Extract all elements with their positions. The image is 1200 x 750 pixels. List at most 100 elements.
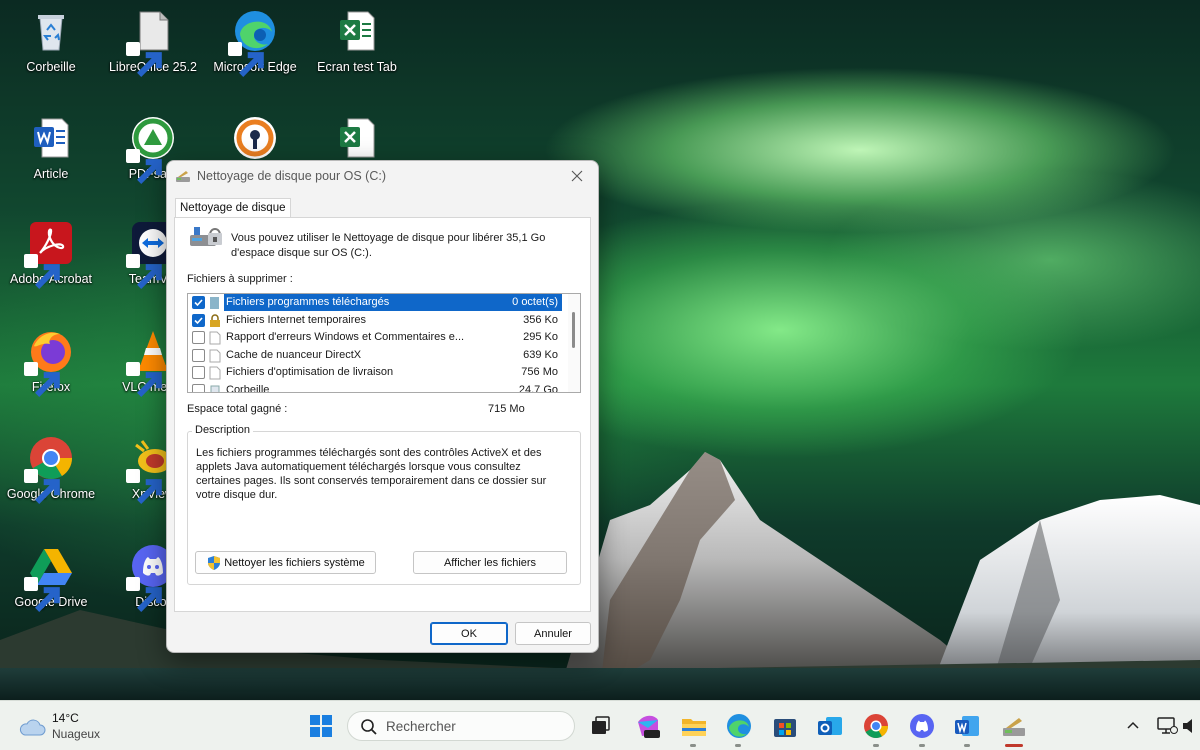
checkbox[interactable] [192,313,205,327]
weather-temperature: 14°C [52,711,79,725]
desktop-icon-label: Corbeille [26,60,76,74]
libreoffice-icon [126,8,176,77]
scroll-thumb[interactable] [572,312,575,348]
dialog-titlebar[interactable]: Nettoyage de disque pour OS (C:) [167,161,598,191]
pdfsam-icon [126,115,176,184]
firefox-icon [24,328,74,397]
desktop-icon-word-file[interactable]: Article [1,115,101,181]
openvpn-icon [232,115,278,161]
chrome-icon [24,435,74,504]
files-list[interactable]: Fichiers programmes téléchargés 0 octet(… [187,293,581,393]
word-icon [955,716,979,736]
speaker-icon[interactable] [1182,716,1194,736]
tab-disk-cleanup[interactable]: Nettoyage de disque [175,198,291,218]
dialog-title: Nettoyage de disque pour OS (C:) [197,169,386,183]
taskbar-chrome[interactable] [862,712,890,740]
list-item[interactable]: Fichiers Internet temporaires 356 Ko [188,312,568,330]
shortcut-arrow-icon [126,362,162,397]
file-name: Fichiers d'optimisation de livraison [226,366,394,378]
close-button[interactable] [562,165,592,187]
description-group: Description Les fichiers programmes télé… [187,424,581,585]
cancel-button[interactable]: Annuler [515,622,591,645]
desktop-icon-edge[interactable]: Microsoft Edge [205,8,305,77]
desktop-icon-acrobat[interactable]: Adobe Acrobat [1,220,101,289]
folder-download-icon [210,297,219,309]
document-icon [209,349,221,362]
excel-file-icon [334,115,380,161]
file-size: 0 octet(s) [512,296,558,308]
taskbar-edge[interactable] [725,712,753,740]
taskbar-search[interactable]: Rechercher [347,711,575,741]
ok-button[interactable]: OK [430,622,508,645]
shortcut-arrow-icon [24,362,60,397]
edge-icon [727,714,751,738]
list-scrollbar[interactable] [568,294,580,392]
file-name: Rapport d'erreurs Windows et Commentaire… [226,331,465,343]
file-name: Fichiers programmes téléchargés [226,296,390,308]
network-icon[interactable] [1156,716,1178,736]
drive-cleanup-icon [190,227,222,246]
file-size: 756 Mo [521,366,558,378]
desktop-icon-firefox[interactable]: Firefox [1,328,101,397]
clean-system-files-label: Nettoyer les fichiers système [224,556,365,569]
disk-cleanup-icon [176,171,190,182]
recycle-bin-icon [28,8,74,54]
taskbar-outlook[interactable] [816,712,844,740]
total-space-label: Espace total gagné : [187,403,288,415]
desktop-icon-libreoffice[interactable]: LibreOffice 25.2 [103,8,203,77]
store-icon [774,719,796,737]
windows-logo-icon [310,715,332,737]
disk-cleanup-dialog: Nettoyage de disque pour OS (C:) Nettoya… [166,160,599,653]
taskbar-m365[interactable] [634,712,662,740]
list-item[interactable]: Rapport d'erreurs Windows et Commentaire… [188,329,568,347]
taskbar-word[interactable] [953,712,981,740]
shortcut-arrow-icon [24,254,60,289]
file-size: 24,7 Go [518,383,558,393]
list-item[interactable]: Fichiers d'optimisation de livraison 756… [188,364,568,382]
checkbox[interactable] [192,366,205,379]
weather-widget[interactable]: 14°C Nuageux [18,710,128,744]
lock-icon [210,313,220,327]
acrobat-icon [24,220,74,289]
word-file-icon [28,115,74,161]
total-space-value: 715 Mo [488,403,525,415]
shortcut-arrow-icon [126,577,162,612]
clean-system-files-button[interactable]: Nettoyer les fichiers système [195,551,376,574]
taskbar-disk-cleanup[interactable] [1000,712,1028,740]
file-name: Corbeille [226,383,270,393]
close-icon [571,170,583,182]
taskbar-file-explorer[interactable] [680,712,708,740]
file-size: 639 Ko [523,348,558,361]
desktop-icon-excel-file[interactable]: Ecran test Tab [307,8,407,74]
start-button[interactable] [307,712,335,740]
desktop-icon-chrome[interactable]: Google Chrome [1,435,101,504]
taskbar-discord[interactable] [908,712,936,740]
weather-condition: Nuageux [52,727,101,741]
chevron-up-icon[interactable] [1126,719,1140,733]
discord-icon [910,714,934,738]
tab-panel: Vous pouvez utiliser le Nettoyage de dis… [174,217,591,612]
desktop-icon-recycle-bin[interactable]: Corbeille [1,8,101,74]
shortcut-arrow-icon [24,469,60,504]
checkbox[interactable] [192,383,205,392]
checkbox[interactable] [192,331,205,344]
view-files-button[interactable]: Afficher les fichiers [413,551,567,574]
list-item[interactable]: Cache de nuanceur DirectX 639 Ko [188,347,568,365]
file-size: 295 Ko [523,331,558,343]
cloud-icon [19,719,46,736]
checkbox[interactable] [192,348,205,362]
desktop-icon-google-drive[interactable]: Google Drive [1,543,101,612]
task-view-button[interactable] [586,712,614,740]
taskbar-store[interactable] [771,712,799,740]
description-text: Les fichiers programmes téléchargés sont… [196,447,547,501]
google-drive-icon [24,543,74,612]
microsoft-365-icon [638,715,660,738]
description-label: Description [192,424,254,436]
checkbox[interactable] [192,296,205,309]
folder-icon [682,719,706,736]
list-item[interactable]: Corbeille 24,7 Go [188,382,568,393]
file-name: Cache de nuanceur DirectX [226,348,362,361]
list-item[interactable]: Fichiers programmes téléchargés 0 octet(… [188,294,568,312]
file-size: 356 Ko [523,313,558,326]
shortcut-arrow-icon [24,577,60,612]
